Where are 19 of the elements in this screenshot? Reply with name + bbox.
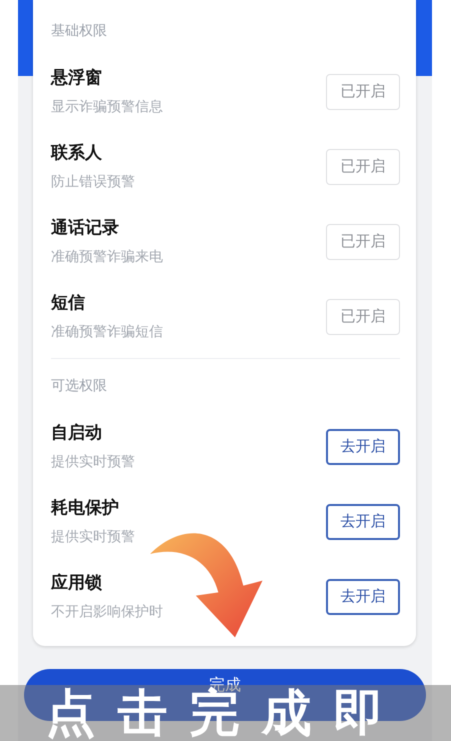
permission-description: 提供实时预警: [51, 528, 135, 546]
section-title: 基础权限: [51, 22, 108, 41]
section-title: 可选权限: [51, 377, 108, 396]
permission-description: 提供实时预警: [51, 452, 135, 472]
permission-description: 准确预警诈骗短信: [51, 322, 163, 342]
permission-button[interactable]: 去开启: [326, 504, 400, 540]
permission-name: 联系人: [51, 142, 103, 164]
permission-button[interactable]: 去开启: [326, 578, 400, 614]
permission-description: 不开启影响保护时: [51, 602, 163, 622]
permission-name: 短信: [51, 292, 86, 314]
permission-name: 耗电保护: [51, 496, 120, 520]
permission-name: 通话记录: [51, 216, 120, 240]
permission-description: 显示诈骗预警信息: [51, 98, 163, 116]
permission-name: 应用锁: [51, 572, 103, 594]
permission-description: 防止错误预警: [51, 172, 135, 192]
permission-description: 准确预警诈骗来电: [51, 248, 163, 266]
permission-name: 悬浮窗: [51, 66, 103, 90]
permission-button[interactable]: 去开启: [326, 428, 400, 464]
permission-name: 自启动: [51, 422, 103, 444]
